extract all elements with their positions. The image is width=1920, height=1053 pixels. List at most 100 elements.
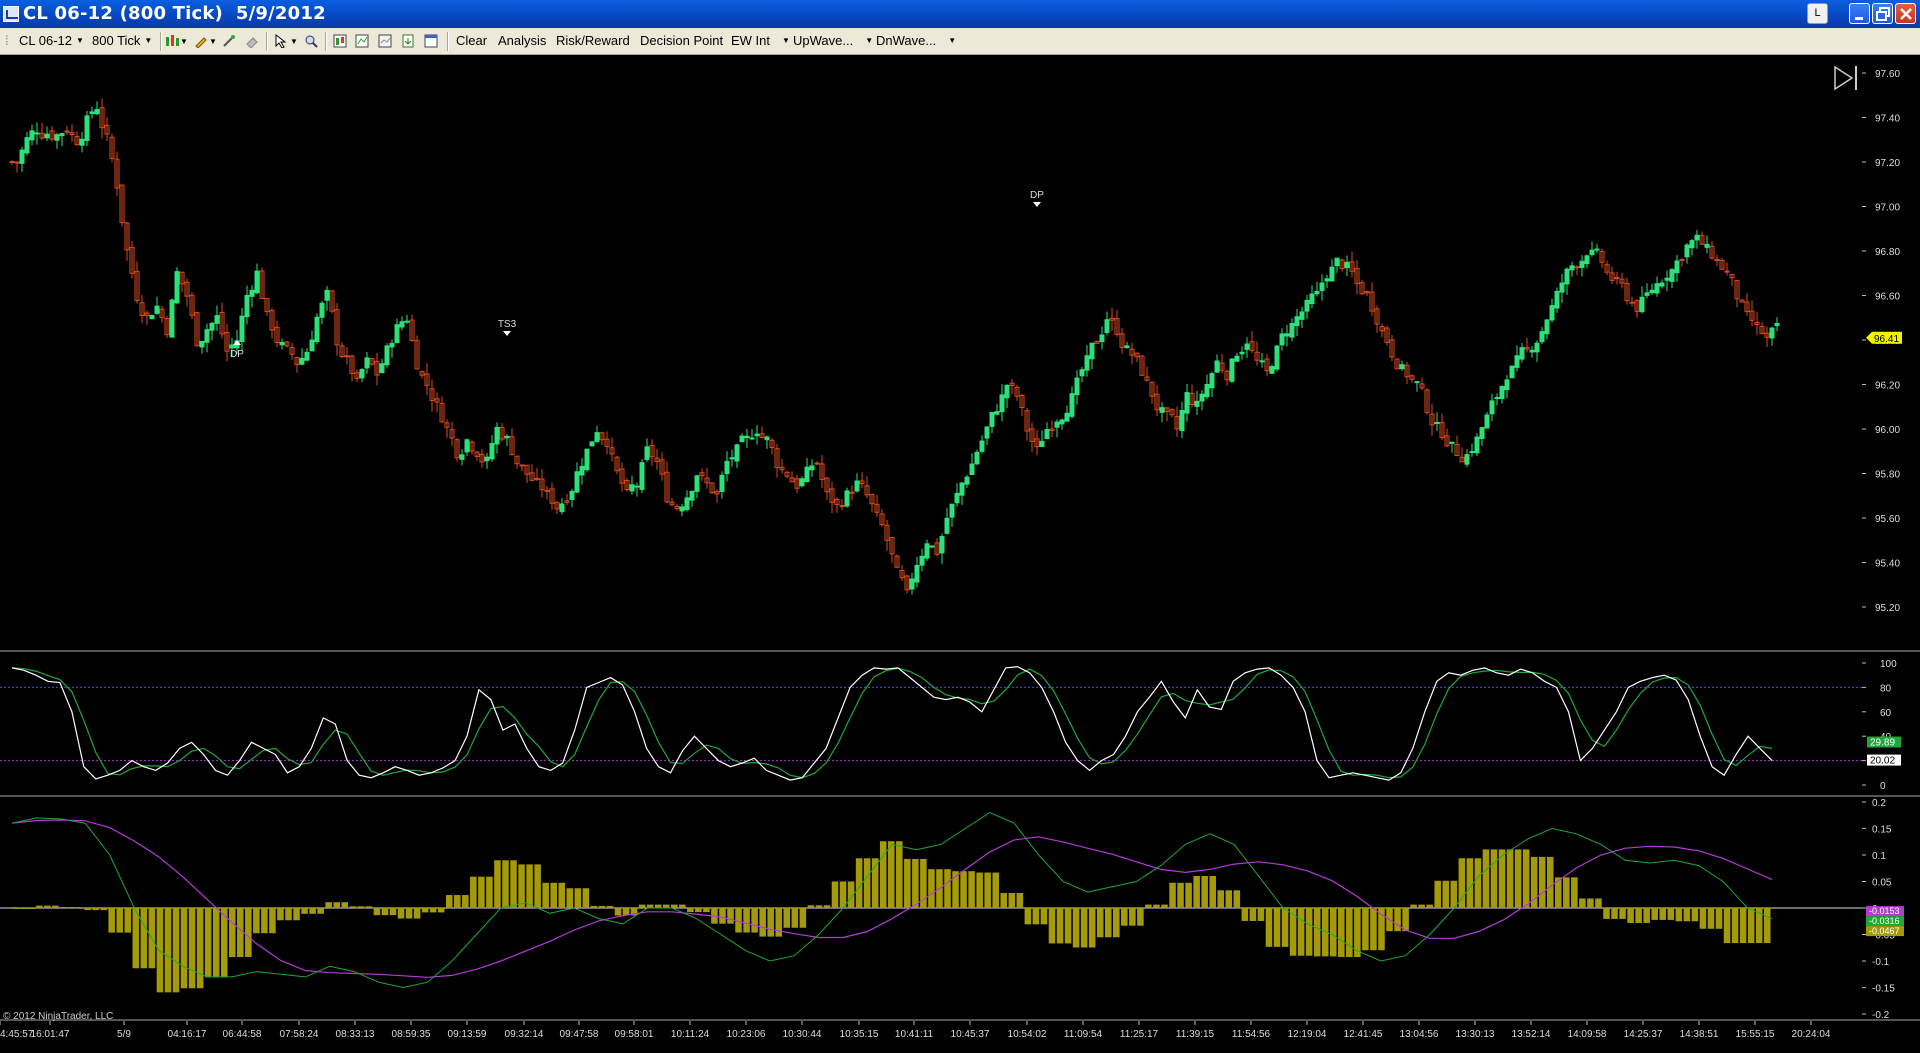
candle-body [1654, 283, 1660, 294]
toolbar-divider [325, 32, 327, 51]
candle-body [1519, 347, 1525, 360]
candle [1014, 384, 1020, 401]
indicators-icon[interactable] [355, 34, 369, 48]
candle [1119, 327, 1125, 354]
candle-body [969, 463, 975, 475]
candle [999, 384, 1005, 422]
link-button[interactable]: L [1807, 3, 1828, 24]
candle [519, 464, 525, 472]
candle-body [1089, 342, 1095, 360]
bar-type-dropdown[interactable]: ▼ [180, 37, 188, 46]
candle-body [1299, 311, 1305, 320]
cursor-dropdown[interactable]: ▼ [290, 37, 298, 46]
stochastic-panel[interactable]: 10080604020029.8920.02 [0, 659, 1901, 792]
candle [354, 369, 360, 383]
histogram-bar [558, 882, 566, 908]
candle [859, 472, 865, 489]
candle [1354, 260, 1360, 295]
macd-panel[interactable]: 0.20.150.10.050-0.05-0.1-0.15-0.2-0.0153… [0, 798, 1904, 1021]
candle [1329, 259, 1335, 282]
histogram-bar [92, 908, 99, 911]
risk-reward-button[interactable]: Risk/Reward [556, 33, 630, 48]
candle-body [584, 448, 590, 471]
drawing-dropdown[interactable]: ▼ [209, 37, 217, 46]
candle [1554, 287, 1560, 313]
upwave-selector[interactable]: UpWave... ▼ [793, 33, 873, 48]
histogram-bar [863, 858, 871, 908]
histogram-bar [1410, 904, 1417, 908]
candle-body [799, 478, 805, 487]
candle-body [1704, 243, 1710, 248]
chart-annotation: DP [1030, 190, 1044, 207]
price-tick-label: 95.20 [1875, 603, 1900, 614]
histogram-bar [1522, 849, 1530, 908]
candle-body [1504, 379, 1510, 391]
candle [1499, 385, 1505, 404]
candle [1004, 384, 1010, 409]
properties-icon[interactable] [424, 34, 438, 48]
histogram-bar [269, 908, 276, 934]
candle [1744, 293, 1750, 316]
cursor-icon[interactable] [274, 34, 288, 48]
histogram-bar [1104, 908, 1112, 938]
histogram-bar [662, 904, 670, 908]
eraser-icon[interactable] [245, 34, 259, 48]
candle-body [19, 149, 25, 164]
dnwave-selector[interactable]: DnWave... ▼ [876, 33, 956, 48]
candle [244, 285, 250, 325]
pencil-icon[interactable] [194, 34, 208, 48]
candle [1054, 419, 1060, 438]
candle-body [1269, 366, 1275, 374]
clear-button[interactable]: Clear [456, 33, 487, 48]
candle [1029, 422, 1035, 452]
app-chart-icon[interactable] [3, 6, 19, 22]
instrument-selector[interactable]: CL 06-12 ▼ [19, 33, 84, 48]
data-series-icon[interactable] [333, 34, 347, 48]
macd-tick-label: 0.15 [1872, 825, 1892, 836]
decision-point-button[interactable]: Decision Point [640, 33, 723, 48]
interval-selector[interactable]: 800 Tick ▼ [92, 33, 152, 48]
candle [84, 110, 90, 147]
price-panel[interactable]: 97.6097.4097.2097.0096.8096.6096.4096.20… [9, 69, 1902, 614]
magic-wand-icon[interactable] [222, 34, 236, 48]
histogram-bar [582, 888, 590, 908]
chart-svg[interactable]: 97.6097.4097.2097.0096.8096.6096.4096.20… [0, 55, 1920, 1049]
candle [594, 425, 600, 443]
candle [199, 340, 205, 354]
histogram-bar [1731, 908, 1739, 944]
export-icon[interactable] [401, 34, 415, 48]
candle-body [634, 485, 640, 488]
histogram-bar [389, 908, 397, 916]
zoom-icon[interactable] [304, 34, 318, 48]
histogram-bar [912, 858, 919, 908]
histogram-bar [494, 860, 501, 908]
candle-body [254, 270, 260, 294]
histogram-bar [478, 876, 485, 908]
chart-toolbar: ⁞ CL 06-12 ▼ 800 Tick ▼ ▼ ▼ ▼ Clear Analys… [0, 28, 1920, 55]
macd-value-badge: -0.0153 [1866, 906, 1904, 917]
histogram-bar [1675, 908, 1683, 922]
minimize-button[interactable] [1849, 3, 1870, 24]
analysis-button[interactable]: Analysis [498, 33, 546, 48]
candle [1049, 420, 1055, 438]
candle-body [629, 484, 635, 492]
candle [1304, 295, 1310, 320]
strategies-icon[interactable] [378, 34, 392, 48]
candle [369, 357, 375, 366]
macd-tick-label: -0.2 [1872, 1010, 1890, 1021]
candle-body [544, 489, 550, 492]
ew-int-selector[interactable]: EW Int ▼ [731, 33, 790, 48]
restore-button[interactable] [1872, 3, 1893, 24]
candle-body [979, 440, 985, 452]
candle [1509, 365, 1515, 379]
skip-to-end-icon[interactable] [1834, 65, 1857, 91]
histogram-bar [486, 876, 493, 908]
histogram-bar [855, 858, 863, 908]
toolbar-divider [160, 32, 162, 51]
bar-type-icon[interactable] [165, 34, 179, 48]
close-button[interactable] [1895, 3, 1916, 24]
histogram-bar [1739, 908, 1747, 944]
chart-canvas[interactable]: 97.6097.4097.2097.0096.8096.6096.4096.20… [0, 55, 1920, 1049]
candle [1114, 310, 1120, 337]
candle [1319, 274, 1325, 301]
